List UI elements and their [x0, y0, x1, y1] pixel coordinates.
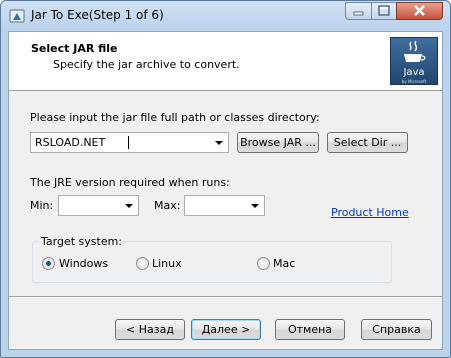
chevron-down-icon[interactable]: [215, 141, 223, 145]
maximize-button[interactable]: [371, 2, 397, 20]
maximize-icon: [378, 5, 390, 16]
next-button[interactable]: Далее >: [191, 319, 261, 340]
page-subtitle: Specify the jar archive to convert.: [53, 58, 240, 71]
jar-path-value: RSLOAD.NET: [35, 136, 106, 149]
radio-mac[interactable]: [257, 257, 270, 270]
help-button[interactable]: Справка: [361, 319, 432, 340]
app-icon: [9, 9, 25, 23]
wizard-header: Select JAR file Specify the jar archive …: [9, 32, 442, 91]
radio-windows[interactable]: [42, 257, 55, 270]
radio-linux-label[interactable]: Linux: [152, 257, 182, 270]
text-caret: [128, 136, 129, 149]
close-icon: [414, 5, 425, 16]
radio-selected-dot: [46, 261, 51, 266]
footer-divider: [9, 296, 442, 298]
radio-linux[interactable]: [136, 257, 149, 270]
title-bar[interactable]: Jar To Exe(Step 1 of 6): [1, 1, 450, 30]
jre-min-combo[interactable]: [58, 195, 139, 216]
target-system-label: Target system:: [38, 235, 126, 248]
max-label: Max:: [154, 199, 181, 212]
wizard-window: Jar To Exe(Step 1 of 6) Select JAR file …: [0, 0, 451, 358]
back-button[interactable]: < Назад: [115, 319, 185, 340]
coffee-cup-icon: [404, 40, 426, 62]
wizard-body: Select JAR file Specify the jar archive …: [8, 31, 443, 350]
window-title: Jar To Exe(Step 1 of 6): [31, 8, 164, 22]
product-home-link[interactable]: Product Home: [331, 206, 409, 219]
jre-max-combo[interactable]: [184, 195, 265, 216]
browse-jar-button[interactable]: Browse JAR ...: [237, 132, 319, 153]
jar-path-combo[interactable]: RSLOAD.NET: [30, 132, 229, 153]
java-logo: Java by Microsoft: [390, 37, 438, 85]
chevron-down-icon[interactable]: [125, 204, 133, 208]
java-logo-caption: by Microsoft: [401, 79, 427, 84]
close-button[interactable]: [396, 2, 443, 20]
jre-version-label: The JRE version required when runs:: [30, 176, 230, 189]
radio-windows-label[interactable]: Windows: [59, 257, 108, 270]
jar-path-label: Please input the jar file full path or c…: [30, 111, 320, 124]
java-logo-text: Java: [403, 67, 425, 78]
chevron-down-icon[interactable]: [251, 204, 259, 208]
minimize-icon: [353, 11, 364, 16]
page-title: Select JAR file: [31, 42, 118, 55]
radio-mac-label[interactable]: Mac: [273, 257, 295, 270]
minimize-button[interactable]: [345, 2, 372, 20]
select-dir-button[interactable]: Select Dir ...: [327, 132, 408, 153]
cancel-button[interactable]: Отмена: [275, 319, 345, 340]
min-label: Min:: [30, 199, 54, 212]
